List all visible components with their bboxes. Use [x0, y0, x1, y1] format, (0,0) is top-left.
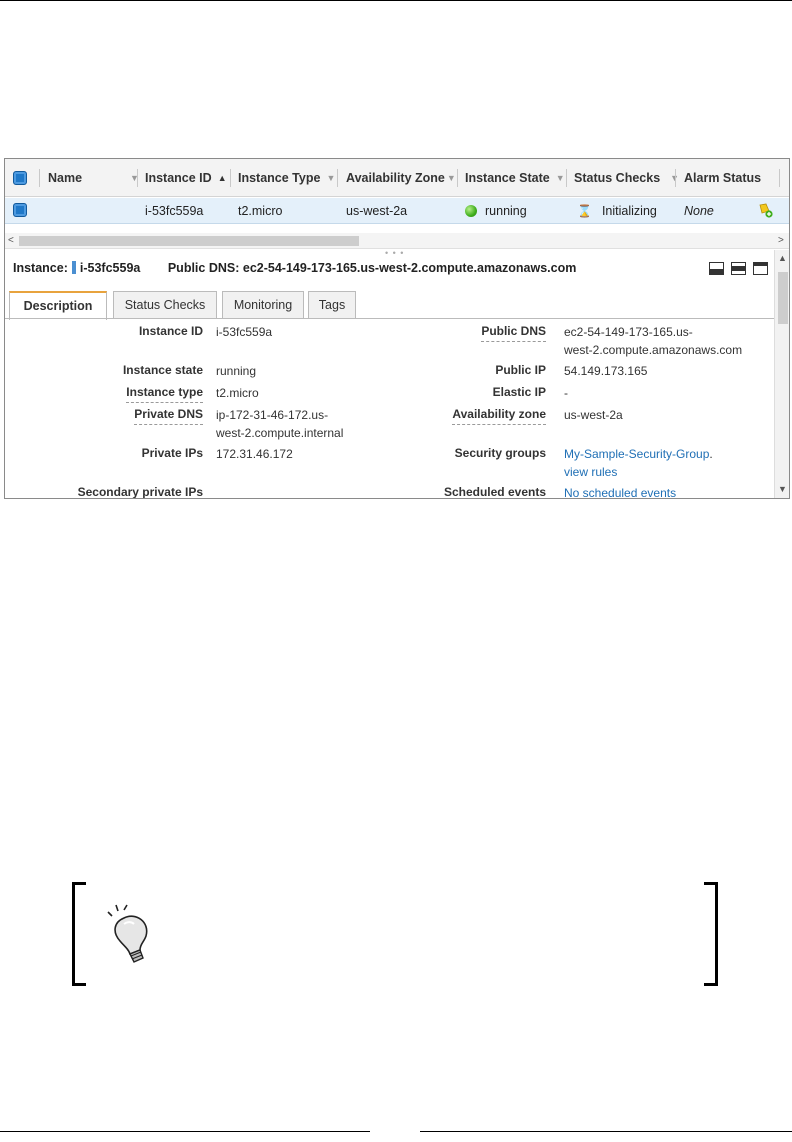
value-public-dns-cont: west-2.compute.amazonaws.com: [564, 343, 743, 357]
column-separator: [457, 169, 458, 187]
scroll-right-icon[interactable]: >: [778, 233, 784, 249]
scheduled-events-link[interactable]: No scheduled events: [564, 484, 676, 498]
value-elastic-ip: -: [564, 386, 568, 400]
value-private-ips: 172.31.46.172: [216, 447, 293, 461]
value-security-groups: My-Sample-Security-Group.: [564, 445, 713, 463]
label-security-groups: Security groups: [454, 446, 546, 460]
top-rule: [0, 0, 792, 1]
instance-state-text: running: [485, 204, 527, 218]
value-public-ip: 54.149.173.165: [564, 364, 648, 378]
tab-status-checks[interactable]: Status Checks: [113, 291, 217, 319]
row-checkbox[interactable]: [13, 203, 27, 217]
scrollbar-thumb[interactable]: [19, 236, 359, 246]
label-instance-state: Instance state: [122, 363, 203, 377]
column-header-instance-type[interactable]: Instance Type ▼: [238, 159, 335, 197]
label-instance-id: Instance ID: [138, 324, 203, 338]
column-header-status-checks[interactable]: Status Checks▼: [574, 159, 679, 197]
cell-instance-id: i-53fc559a: [145, 204, 204, 218]
hourglass-icon: ⌛: [577, 204, 592, 218]
layout-split-icon[interactable]: [731, 262, 746, 275]
select-all-checkbox[interactable]: [13, 171, 27, 185]
value-instance-state: running: [216, 364, 257, 378]
sort-caret-icon[interactable]: ▼: [447, 159, 456, 197]
column-header-name[interactable]: Name ▼: [48, 159, 139, 197]
detail-header: Instance: i-53fc559a Public DNS: ec2-54-1…: [13, 261, 576, 275]
alarm-add-icon[interactable]: [757, 202, 773, 218]
tip-bracket-right: [704, 882, 718, 986]
sort-caret-icon[interactable]: ▼: [326, 159, 335, 197]
value-public-dns: ec2-54-149-173-165.us-: [564, 325, 693, 339]
value-private-dns-cont: west-2.compute.internal: [216, 426, 344, 440]
label-public-ip: Public IP: [495, 363, 546, 377]
label-secondary-private-ips: Secondary private IPs: [77, 485, 203, 499]
cell-alarm-status: None: [684, 204, 714, 218]
description-panel: Instance ID i-53fc559a Instance state ru…: [5, 319, 774, 499]
label-private-dns: Private DNS: [134, 407, 203, 425]
label-private-ips: Private IPs: [141, 446, 203, 460]
column-separator: [137, 169, 138, 187]
value-private-dns: ip-172-31-46-172.us-: [216, 408, 329, 422]
view-rules-link[interactable]: view rules: [564, 463, 617, 481]
scrollbar-thumb[interactable]: [778, 272, 788, 324]
tab-description[interactable]: Description: [9, 291, 107, 320]
lightbulb-icon: [107, 904, 148, 963]
column-separator: [230, 169, 231, 187]
scroll-down-icon[interactable]: ▼: [778, 484, 787, 494]
split-drag-handle[interactable]: • • •: [385, 249, 404, 258]
value-instance-type: t2.micro: [216, 386, 259, 400]
public-dns-value: ec2-54-149-173-165.us-west-2.compute.ama…: [242, 261, 577, 275]
column-separator: [39, 169, 40, 187]
public-dns-label: Public DNS:: [167, 261, 240, 275]
tab-monitoring[interactable]: Monitoring: [222, 291, 304, 319]
vertical-scrollbar[interactable]: ▲ ▼: [774, 250, 789, 498]
tab-tags[interactable]: Tags: [308, 291, 356, 319]
cell-instance-type: t2.micro: [238, 204, 283, 218]
column-header-instance-id[interactable]: Instance ID ▲: [145, 159, 227, 197]
tip-bracket-left: [72, 882, 86, 986]
column-header-label: Status Checks: [574, 171, 661, 185]
scroll-up-icon[interactable]: ▲: [778, 253, 787, 263]
security-group-link[interactable]: My-Sample-Security-Group: [564, 447, 709, 461]
ec2-console-panel: Name ▼ Instance ID ▲ Instance Type ▼ Avail…: [4, 158, 790, 499]
label-public-dns: Public DNS: [481, 324, 546, 342]
instance-id-value: i-53fc559a: [79, 261, 141, 275]
footer-rule-left: [0, 1131, 370, 1132]
column-header-label: Name: [48, 171, 83, 185]
cell-instance-state: running: [465, 198, 527, 224]
status-checks-text: Initializing: [601, 204, 657, 218]
column-header-label: Instance ID: [145, 171, 212, 185]
cell-status-checks: ⌛ Initializing: [577, 198, 657, 224]
sort-caret-icon[interactable]: ▲: [218, 159, 227, 197]
column-header-label: Availability Zone: [346, 171, 445, 185]
table-row[interactable]: i-53fc559a t2.micro us-west-2a running ⌛…: [5, 198, 789, 224]
instance-marker: [71, 261, 76, 274]
sort-caret-icon[interactable]: ▼: [556, 159, 565, 197]
horizontal-scrollbar[interactable]: < >: [5, 233, 789, 249]
label-instance-type: Instance type: [126, 385, 203, 403]
column-header-label: Instance State: [465, 171, 550, 185]
running-status-icon: [465, 205, 477, 217]
layout-top-icon[interactable]: [753, 262, 768, 275]
scroll-left-icon[interactable]: <: [8, 233, 14, 249]
column-header-instance-state[interactable]: Instance State ▼: [465, 159, 565, 197]
grid-header: Name ▼ Instance ID ▲ Instance Type ▼ Avail…: [5, 159, 789, 197]
value-availability-zone: us-west-2a: [564, 408, 623, 422]
footer-rule-right: [420, 1131, 792, 1132]
cell-availability-zone: us-west-2a: [346, 204, 408, 218]
column-separator: [779, 169, 780, 187]
column-header-label: Alarm Status: [684, 171, 762, 185]
column-header-label: Instance Type: [238, 171, 321, 185]
layout-bottom-icon[interactable]: [709, 262, 724, 275]
column-header-availability-zone[interactable]: Availability Zone ▼: [346, 159, 456, 197]
label-scheduled-events: Scheduled events: [443, 485, 546, 499]
value-instance-id: i-53fc559a: [216, 325, 273, 339]
security-group-suffix: .: [709, 447, 713, 461]
instance-label: Instance:: [13, 261, 68, 275]
label-elastic-ip: Elastic IP: [492, 385, 546, 399]
label-availability-zone: Availability zone: [452, 407, 546, 425]
column-separator: [675, 169, 676, 187]
column-separator: [566, 169, 567, 187]
column-header-alarm-status[interactable]: Alarm Status: [684, 159, 761, 197]
column-separator: [337, 169, 338, 187]
